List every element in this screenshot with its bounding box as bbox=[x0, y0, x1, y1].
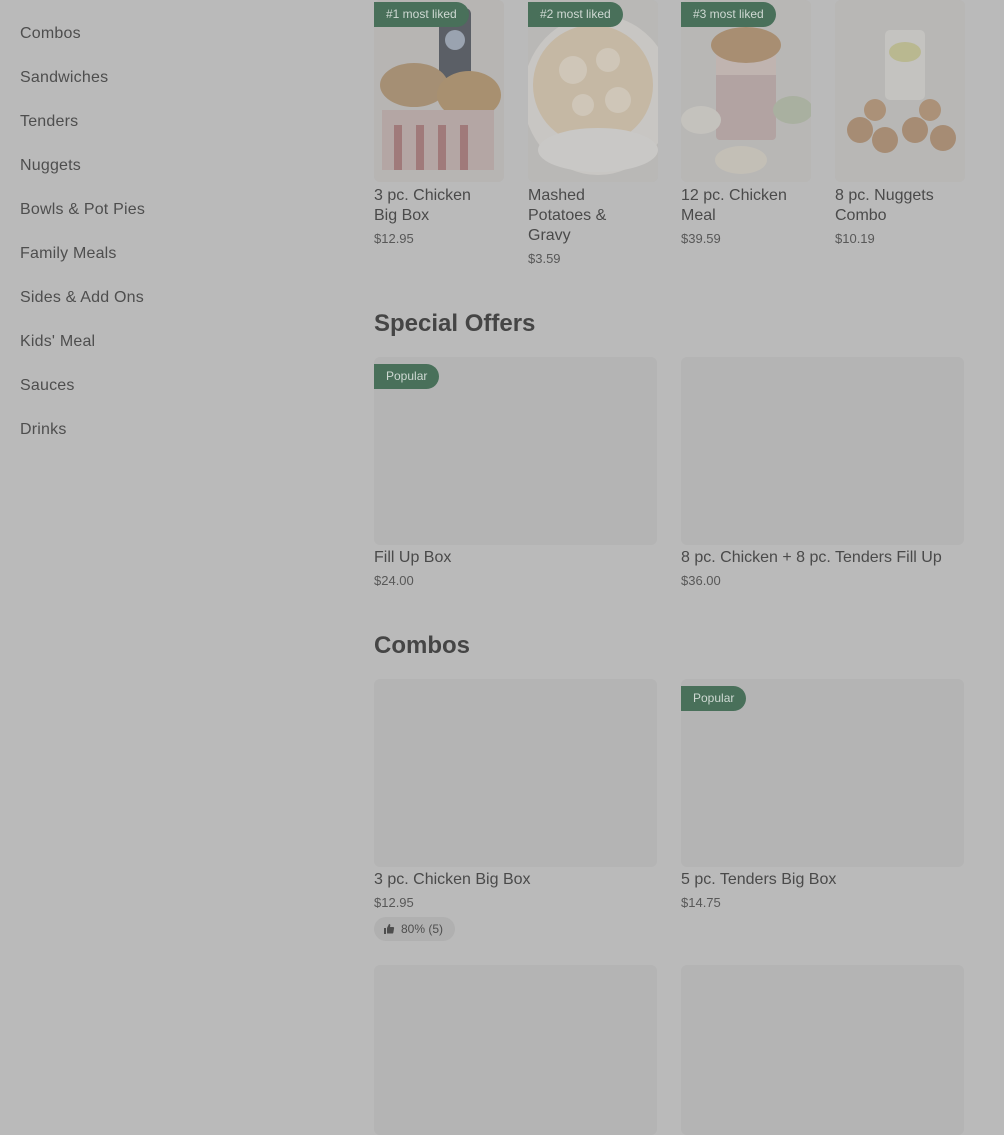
product-image[interactable] bbox=[374, 0, 504, 182]
product-image[interactable] bbox=[681, 0, 811, 182]
product-image[interactable] bbox=[681, 965, 964, 1135]
product-title-line[interactable]: Combo bbox=[835, 206, 887, 226]
product-price: $24.00 bbox=[374, 573, 414, 588]
most-liked-card[interactable]: #2 most liked Mashed Potatoes & Gravy $3… bbox=[528, 0, 658, 270]
product-title-line[interactable]: Gravy bbox=[528, 226, 571, 246]
product-title-line[interactable]: Big Box bbox=[374, 206, 429, 226]
product-price: $39.59 bbox=[681, 231, 721, 246]
combo-card[interactable] bbox=[374, 965, 657, 1135]
rating-badge: 80% (5) bbox=[374, 917, 455, 941]
special-offer-card[interactable]: Popular Fill Up Box $24.00 bbox=[374, 357, 657, 597]
chicken-big-box-image bbox=[374, 0, 504, 182]
product-title[interactable]: 3 pc. Chicken bbox=[374, 186, 471, 206]
special-offer-card[interactable]: 8 pc. Chicken + 8 pc. Tenders Fill Up $3… bbox=[681, 357, 964, 597]
popular-badge: Popular bbox=[374, 364, 440, 389]
product-price: $12.95 bbox=[374, 895, 414, 910]
most-liked-badge: #2 most liked bbox=[528, 2, 623, 27]
product-title[interactable]: Mashed bbox=[528, 186, 585, 206]
product-image[interactable] bbox=[528, 0, 658, 182]
chicken-meal-image bbox=[681, 0, 811, 182]
product-price: $12.95 bbox=[374, 231, 414, 246]
product-title[interactable]: 5 pc. Tenders Big Box bbox=[681, 870, 836, 890]
product-image[interactable] bbox=[681, 357, 964, 545]
most-liked-badge: #3 most liked bbox=[681, 2, 776, 27]
sidebar-item-sauces[interactable]: Sauces bbox=[20, 377, 75, 395]
sidebar-item-nuggets[interactable]: Nuggets bbox=[20, 157, 81, 175]
rating-text: 80% (5) bbox=[401, 922, 444, 936]
product-price: $14.75 bbox=[681, 895, 721, 910]
popular-badge: Popular bbox=[681, 686, 747, 711]
mashed-potatoes-image bbox=[528, 0, 658, 182]
section-title-special-offers: Special Offers bbox=[374, 310, 536, 337]
sidebar-item-kids-meal[interactable]: Kids' Meal bbox=[20, 333, 95, 351]
sidebar-item-combos[interactable]: Combos bbox=[20, 25, 81, 43]
product-image[interactable] bbox=[835, 0, 965, 182]
thumbs-up-icon bbox=[384, 924, 395, 934]
product-price: $3.59 bbox=[528, 251, 561, 266]
product-title[interactable]: Fill Up Box bbox=[374, 548, 451, 568]
product-title[interactable]: 3 pc. Chicken Big Box bbox=[374, 870, 531, 890]
combo-card[interactable] bbox=[681, 965, 964, 1135]
section-title-combos: Combos bbox=[374, 632, 470, 659]
sidebar-item-sandwiches[interactable]: Sandwiches bbox=[20, 69, 108, 87]
product-title-line[interactable]: Potatoes & bbox=[528, 206, 606, 226]
most-liked-card[interactable]: #1 most liked 3 pc. Chicken Big Box $12.… bbox=[374, 0, 504, 260]
product-title[interactable]: 8 pc. Chicken + 8 pc. Tenders Fill Up bbox=[681, 548, 942, 568]
product-price: $36.00 bbox=[681, 573, 721, 588]
sidebar-item-bowls-pot-pies[interactable]: Bowls & Pot Pies bbox=[20, 201, 145, 219]
product-price: $10.19 bbox=[835, 231, 875, 246]
product-image[interactable] bbox=[374, 679, 657, 867]
combo-card[interactable]: 3 pc. Chicken Big Box $12.95 bbox=[374, 679, 657, 919]
product-image[interactable] bbox=[374, 965, 657, 1135]
most-liked-card[interactable]: #3 most liked 12 pc. Chicken Meal $39.59 bbox=[681, 0, 811, 260]
most-liked-badge: #1 most liked bbox=[374, 2, 469, 27]
sidebar-item-sides-add-ons[interactable]: Sides & Add Ons bbox=[20, 289, 144, 307]
product-title-line[interactable]: Meal bbox=[681, 206, 716, 226]
nuggets-combo-image bbox=[835, 0, 965, 182]
sidebar-item-drinks[interactable]: Drinks bbox=[20, 421, 67, 439]
sidebar-item-tenders[interactable]: Tenders bbox=[20, 113, 78, 131]
product-title[interactable]: 8 pc. Nuggets bbox=[835, 186, 934, 206]
product-title[interactable]: 12 pc. Chicken bbox=[681, 186, 787, 206]
most-liked-card[interactable]: 8 pc. Nuggets Combo $10.19 bbox=[835, 0, 965, 260]
sidebar-item-family-meals[interactable]: Family Meals bbox=[20, 245, 117, 263]
combo-card[interactable]: Popular 5 pc. Tenders Big Box $14.75 bbox=[681, 679, 964, 919]
